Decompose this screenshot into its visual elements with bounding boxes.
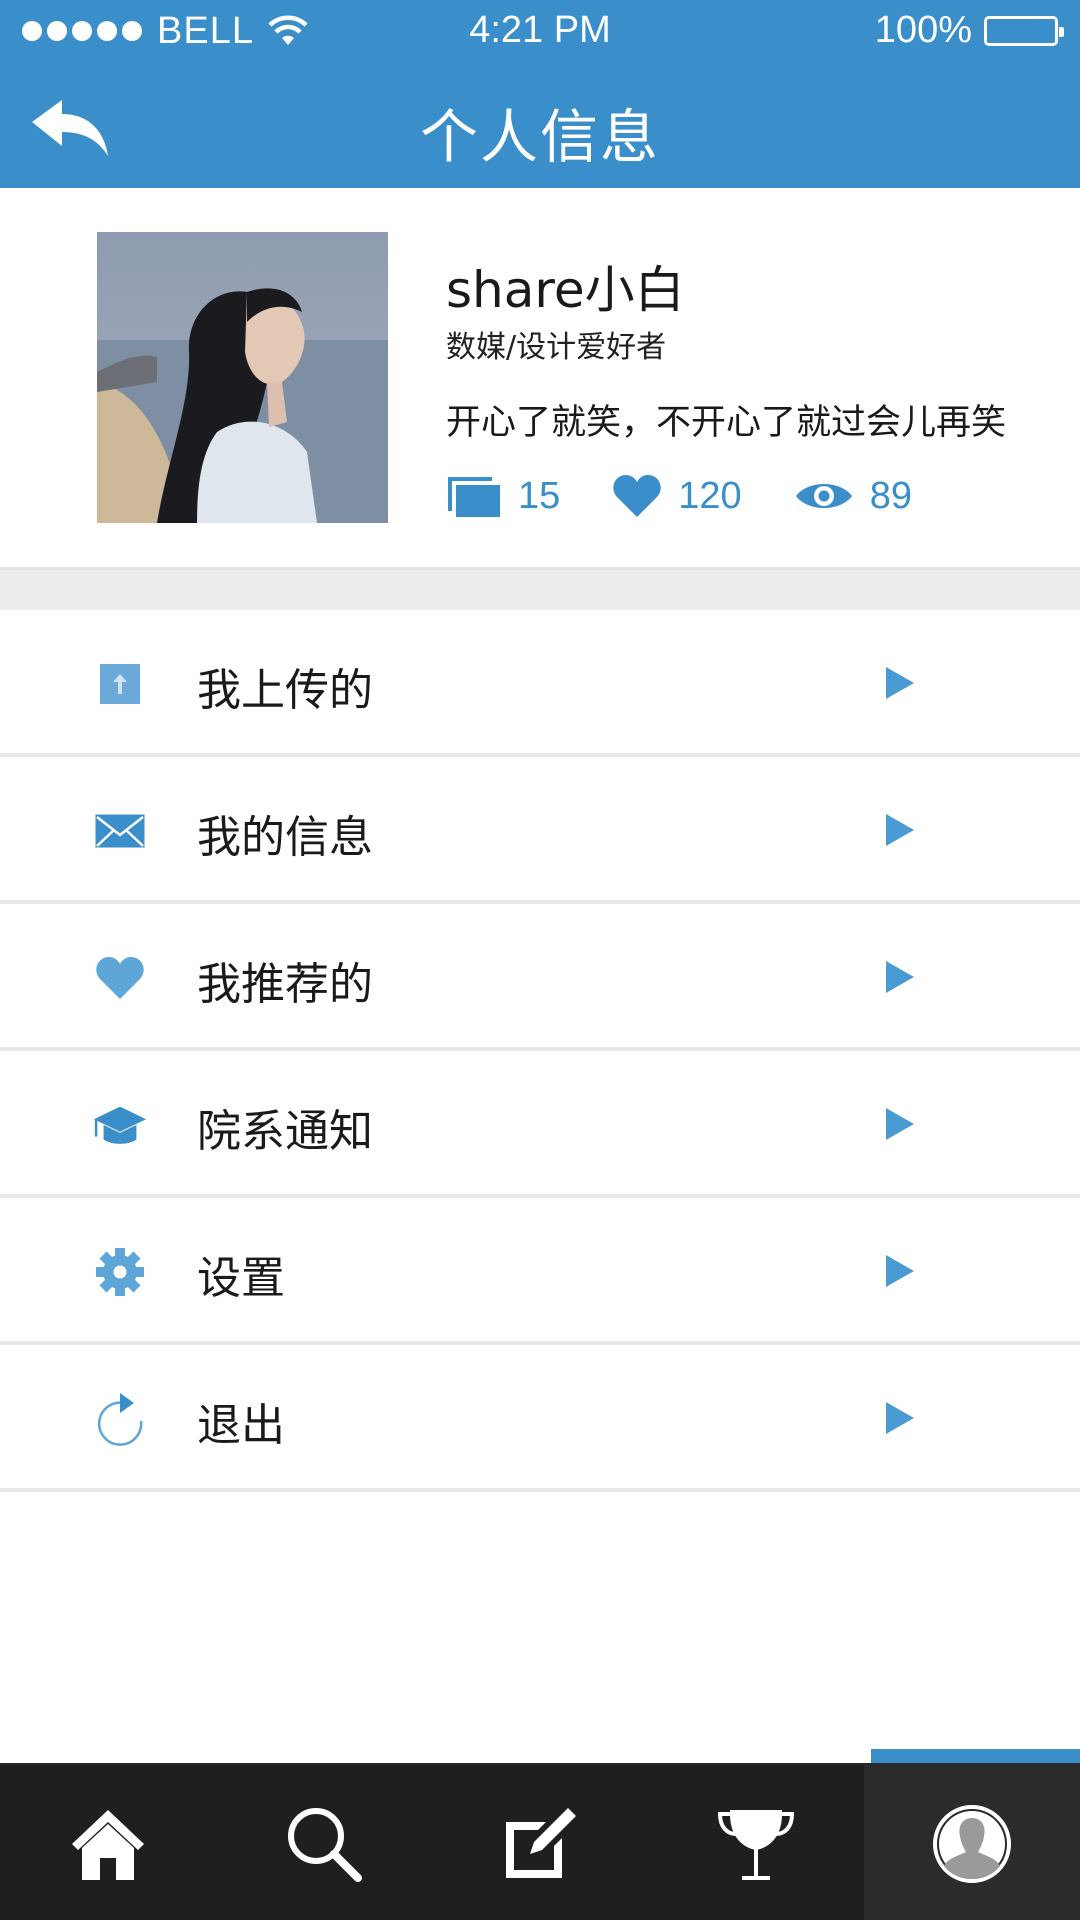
active-tab-indicator [871, 1749, 1080, 1763]
status-bar: BELL 4:21 PM 100% [0, 0, 1080, 64]
menu-item-messages[interactable]: 我的信息 [0, 757, 1080, 904]
mail-icon [95, 814, 145, 848]
avatar[interactable] [97, 232, 388, 523]
battery-percent: 100% [874, 9, 972, 51]
profile-card: share小白 数媒/设计爱好者 开心了就笑，不开心了就过会儿再笑 15 120… [0, 188, 1080, 570]
battery-status: 100% [874, 9, 1064, 52]
albums-count: 15 [518, 474, 561, 517]
tab-ranking[interactable] [648, 1765, 864, 1920]
refresh-icon [97, 1393, 143, 1446]
upload-icon [100, 664, 140, 704]
stats-row: 15 120 89 [446, 468, 964, 524]
menu-item-recommended[interactable]: 我推荐的 [0, 904, 1080, 1051]
user-tag: 数媒/设计爱好者 [446, 330, 667, 365]
menu-label: 我上传的 [197, 665, 373, 716]
avatar-photo [97, 232, 388, 523]
likes-count: 120 [678, 474, 742, 517]
menu-list: 我上传的 我的信息 我推荐的 院系通知 设置 退出 [0, 610, 1080, 1492]
eye-icon [795, 484, 852, 508]
menu-label: 退出 [197, 1400, 285, 1451]
chevron-right-icon [886, 1108, 914, 1140]
home-icon [72, 1809, 144, 1880]
menu-label: 设置 [197, 1253, 285, 1304]
edit-icon [506, 1807, 576, 1878]
app-header: BELL 4:21 PM 100% 个人信息 [0, 0, 1080, 188]
menu-label: 我的信息 [197, 812, 373, 863]
chevron-right-icon [886, 1255, 914, 1287]
stat-likes[interactable]: 120 [612, 473, 742, 519]
tab-home[interactable] [0, 1765, 216, 1920]
chevron-right-icon [886, 814, 914, 846]
trophy-icon [717, 1809, 795, 1880]
chevron-right-icon [886, 667, 914, 699]
menu-label: 院系通知 [197, 1106, 373, 1157]
search-icon [288, 1807, 362, 1882]
user-name: share小白 [446, 261, 685, 319]
user-bio: 开心了就笑，不开心了就过会儿再笑 [446, 403, 1007, 443]
page-title: 个人信息 [419, 103, 660, 171]
chevron-right-icon [886, 961, 914, 993]
chevron-right-icon [886, 1402, 914, 1434]
menu-item-logout[interactable]: 退出 [0, 1345, 1080, 1492]
tab-profile[interactable] [864, 1765, 1080, 1920]
tab-compose[interactable] [432, 1765, 648, 1920]
heart-icon [96, 957, 144, 999]
gear-icon [96, 1248, 144, 1296]
menu-item-notices[interactable]: 院系通知 [0, 1051, 1080, 1198]
albums-icon [448, 477, 500, 517]
user-icon [933, 1804, 1011, 1883]
stat-views[interactable]: 89 [794, 475, 912, 518]
bottom-tab-bar [0, 1763, 1080, 1920]
section-divider [0, 570, 1080, 610]
menu-item-uploads[interactable]: 我上传的 [0, 610, 1080, 757]
graduation-cap-icon [93, 1106, 147, 1144]
battery-icon [984, 15, 1064, 46]
menu-label: 我推荐的 [197, 959, 373, 1010]
tab-search[interactable] [216, 1765, 432, 1920]
stat-albums[interactable]: 15 [446, 473, 560, 519]
views-count: 89 [869, 474, 912, 517]
heart-icon [613, 475, 661, 517]
menu-item-settings[interactable]: 设置 [0, 1198, 1080, 1345]
